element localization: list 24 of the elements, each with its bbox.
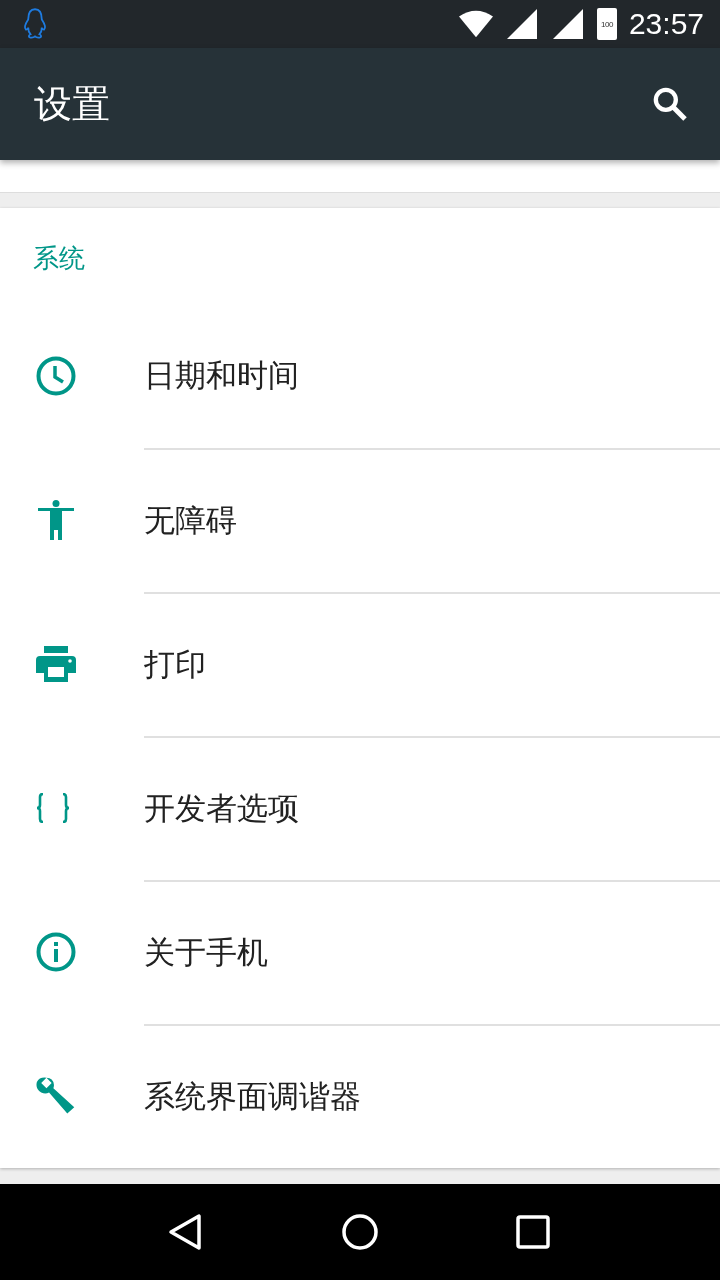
settings-item[interactable]: 日期和时间: [0, 304, 720, 448]
settings-item[interactable]: 开发者选项: [0, 736, 720, 880]
settings-item[interactable]: 关于手机: [0, 880, 720, 1024]
printer-icon: [36, 644, 76, 684]
info-icon: [36, 932, 76, 972]
home-icon[interactable]: [340, 1212, 380, 1252]
person-icon: [36, 500, 76, 540]
settings-item[interactable]: 系统界面调谐器: [0, 1024, 720, 1168]
item-label: 打印: [144, 645, 206, 684]
item-label: 关于手机: [144, 933, 268, 972]
battery-level: 100: [601, 19, 613, 29]
item-label: 日期和时间: [144, 356, 299, 395]
clock-time: 23:57: [628, 7, 704, 41]
settings-item[interactable]: 无障碍: [0, 448, 720, 592]
item-label: 无障碍: [144, 501, 237, 540]
item-label: 开发者选项: [144, 789, 299, 828]
item-label: 系统界面调谐器: [144, 1077, 361, 1116]
braces-icon: [36, 793, 70, 823]
settings-item[interactable]: 打印: [0, 592, 720, 736]
section-header: 系统: [32, 242, 86, 275]
wifi-icon: [458, 9, 493, 39]
clock-icon: [36, 356, 76, 396]
screen-title: 设置: [34, 80, 111, 128]
wrench-icon: [36, 1076, 76, 1116]
